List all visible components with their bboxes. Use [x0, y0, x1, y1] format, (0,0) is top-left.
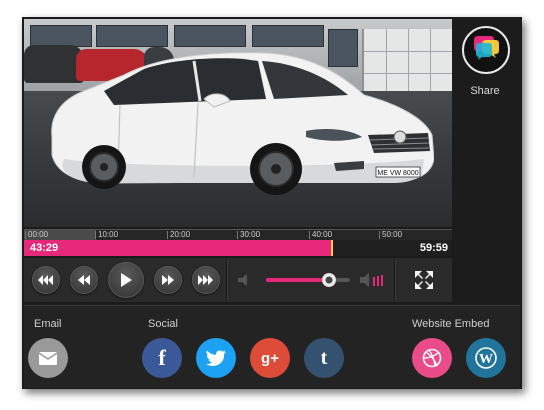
license-plate: ME VW 8000: [377, 170, 418, 177]
play-button[interactable]: [108, 262, 144, 298]
email-label: Email: [34, 318, 62, 330]
current-time: 43:29: [30, 242, 59, 254]
play-icon: [121, 273, 132, 287]
fast-forward-button[interactable]: [154, 266, 182, 294]
website-embed-label: Website Embed: [412, 318, 490, 330]
timeline-tick: 40:00: [308, 230, 333, 239]
facebook-button[interactable]: f: [142, 338, 182, 378]
video-player: ME VW 8000 00:00 10:00 20:00 30:00 40:00…: [22, 17, 522, 389]
skip-forward-button[interactable]: [192, 266, 220, 294]
envelope-icon: [39, 351, 57, 365]
timeline-tick: 10:00: [94, 230, 119, 239]
svg-text:W: W: [479, 352, 493, 367]
tumblr-button[interactable]: t: [304, 338, 344, 378]
skip-back-icon: [38, 275, 53, 285]
twitter-button[interactable]: [196, 338, 236, 378]
tumblr-icon: t: [320, 346, 328, 369]
playhead[interactable]: [331, 240, 334, 256]
control-bar: [24, 258, 452, 302]
timeline-tick: 00:00: [24, 230, 49, 239]
social-label: Social: [148, 318, 178, 330]
total-time: 59:59: [419, 242, 448, 254]
twitter-icon: [206, 350, 226, 366]
volume-knob[interactable]: [322, 273, 336, 287]
fullscreen-icon[interactable]: [414, 270, 434, 290]
facebook-icon: f: [158, 345, 166, 370]
skip-forward-icon: [198, 275, 213, 285]
timeline-tick: 20:00: [166, 230, 191, 239]
volume-slider[interactable]: [266, 273, 350, 287]
google-plus-button[interactable]: g+: [250, 338, 290, 378]
timeline-tick: 30:00: [236, 230, 261, 239]
video-frame[interactable]: ME VW 8000: [24, 19, 452, 227]
volume-high-icon[interactable]: [360, 273, 386, 287]
email-button[interactable]: [28, 338, 68, 378]
white-car: ME VW 8000: [51, 52, 434, 195]
wordpress-icon: W: [475, 347, 497, 369]
volume-low-icon[interactable]: [238, 274, 250, 286]
share-button[interactable]: [462, 26, 510, 74]
progress-bar[interactable]: 43:29 59:59: [24, 240, 452, 256]
share-label: Share: [470, 85, 500, 97]
rewind-icon: [78, 275, 90, 285]
fast-forward-icon: [162, 275, 174, 285]
timeline-tick: 50:00: [378, 230, 403, 239]
progress-fill: [24, 240, 333, 256]
rewind-button[interactable]: [70, 266, 98, 294]
share-panel: Share: [454, 19, 520, 302]
volume-fill: [266, 278, 329, 282]
wordpress-button[interactable]: W: [466, 338, 506, 378]
chat-bubbles-icon: [474, 36, 499, 60]
dribbble-icon: [422, 348, 442, 368]
share-bar: Email Social Website Embed f g+ t W: [24, 305, 520, 388]
skip-back-button[interactable]: [32, 266, 60, 294]
google-plus-icon: g+: [261, 349, 279, 367]
dribbble-button[interactable]: [412, 338, 452, 378]
